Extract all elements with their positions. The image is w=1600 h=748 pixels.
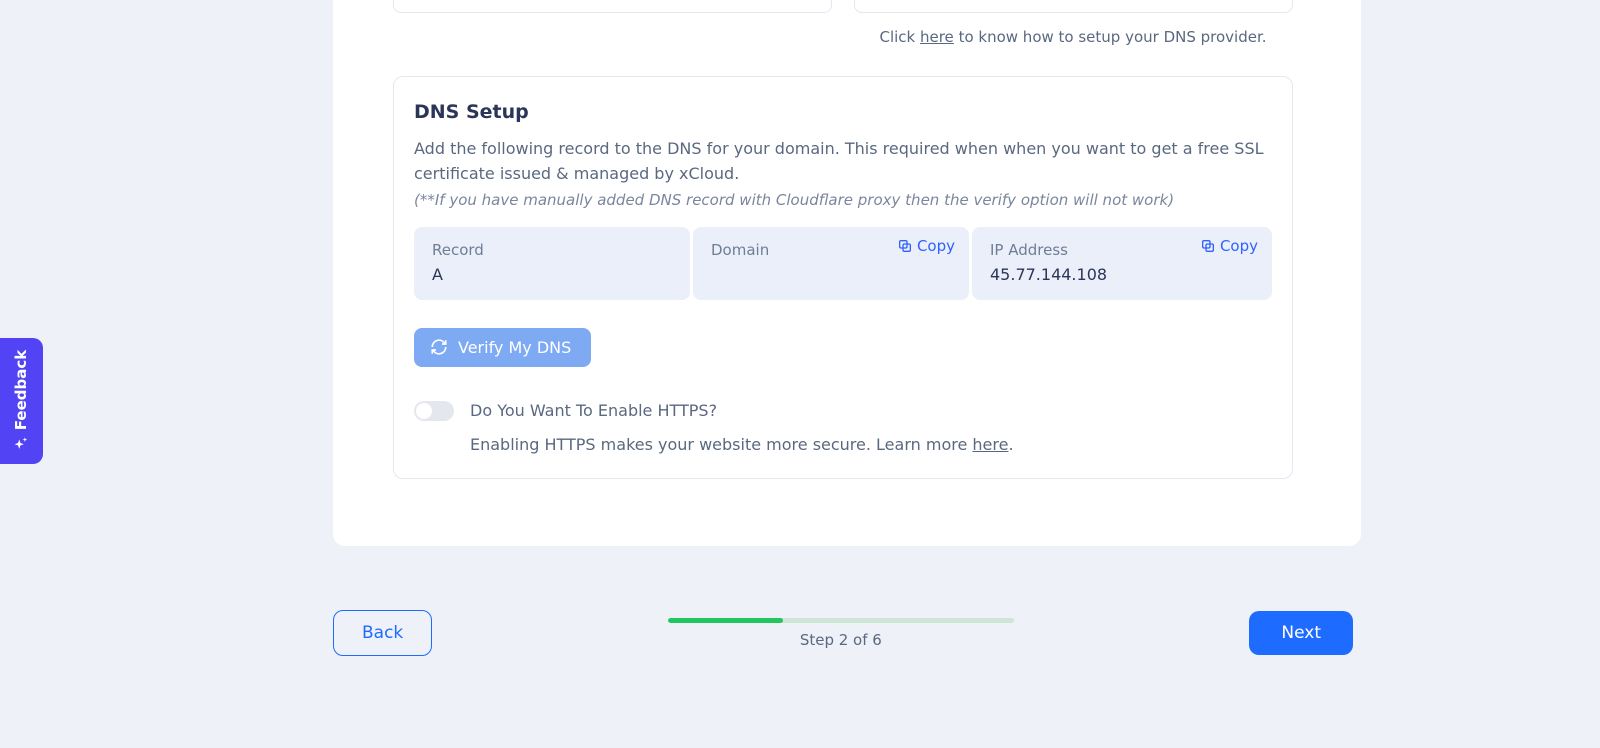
dns-record-label: Record <box>432 241 672 259</box>
https-toggle-label: Do You Want To Enable HTTPS? <box>470 401 717 420</box>
verify-dns-label: Verify My DNS <box>458 338 571 357</box>
sparkle-icon <box>14 436 30 452</box>
feedback-label: Feedback <box>13 350 31 430</box>
dns-record-card-record: Record A <box>414 227 690 300</box>
progress-fill <box>668 618 783 623</box>
dns-record-card-domain: Copy Domain <box>693 227 969 300</box>
https-sub-prefix: Enabling HTTPS makes your website more s… <box>470 435 972 454</box>
helper-prefix: Click <box>879 28 920 46</box>
dns-setup-description: Add the following record to the DNS for … <box>414 137 1272 187</box>
https-toggle-row: Do You Want To Enable HTTPS? <box>414 401 1272 421</box>
https-learn-more-link[interactable]: here <box>972 435 1008 454</box>
dns-provider-help-link[interactable]: here <box>920 28 954 46</box>
dns-setup-note: (**If you have manually added DNS record… <box>414 191 1272 209</box>
dns-provider-help-text: Click here to know how to setup your DNS… <box>853 28 1293 46</box>
copy-domain-button[interactable]: Copy <box>897 237 955 255</box>
helper-suffix: to know how to setup your DNS provider. <box>959 28 1267 46</box>
dns-setup-panel: DNS Setup Add the following record to th… <box>393 76 1293 479</box>
progress-text: Step 2 of 6 <box>800 631 882 649</box>
dns-record-card-ip: Copy IP Address 45.77.144.108 <box>972 227 1272 300</box>
top-inputs-row <box>393 0 1293 13</box>
https-subtext: Enabling HTTPS makes your website more s… <box>470 435 1272 454</box>
refresh-icon <box>430 338 448 356</box>
copy-ip-button[interactable]: Copy <box>1200 237 1258 255</box>
copy-icon <box>897 238 913 254</box>
dns-record-cards: Record A Copy Domain Copy IP Address 45 <box>414 227 1272 300</box>
dns-ip-value: 45.77.144.108 <box>990 265 1254 284</box>
feedback-tab[interactable]: Feedback <box>0 338 43 464</box>
dns-setup-title: DNS Setup <box>414 101 1272 123</box>
wizard-footer: Back Step 2 of 6 Next <box>333 610 1353 656</box>
toggle-knob <box>416 403 432 419</box>
https-toggle[interactable] <box>414 401 454 421</box>
top-input-left[interactable] <box>393 0 832 13</box>
progress-track <box>668 618 1014 623</box>
copy-label: Copy <box>1220 237 1258 255</box>
https-sub-suffix: . <box>1008 435 1013 454</box>
progress-indicator: Step 2 of 6 <box>668 618 1014 649</box>
dns-record-value: A <box>432 265 672 284</box>
back-button[interactable]: Back <box>333 610 432 656</box>
next-button[interactable]: Next <box>1249 611 1353 655</box>
top-input-right[interactable] <box>854 0 1293 13</box>
copy-icon <box>1200 238 1216 254</box>
viewport: Click here to know how to setup your DNS… <box>0 0 1600 748</box>
verify-dns-button[interactable]: Verify My DNS <box>414 328 591 367</box>
copy-label: Copy <box>917 237 955 255</box>
